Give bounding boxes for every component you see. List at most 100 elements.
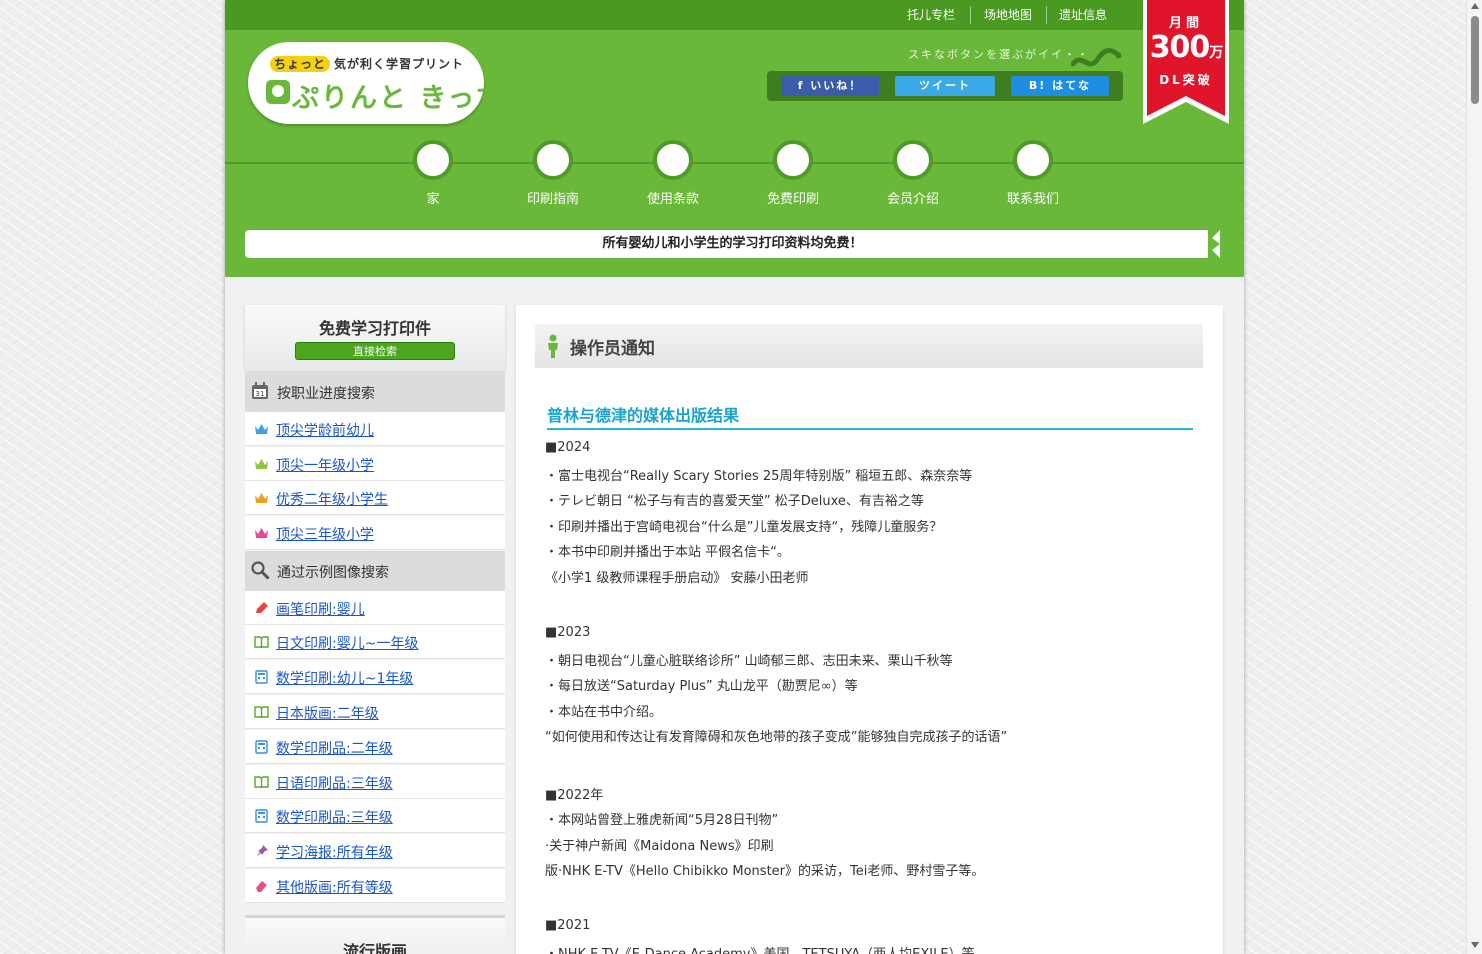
sidebar-link[interactable]: 日语印刷品:三年级 <box>276 773 393 793</box>
direct-search-button[interactable]: 直接检索 <box>295 342 455 360</box>
nav-dot <box>893 140 933 180</box>
calendar-icon: 31 <box>252 382 268 399</box>
badge-dl-label: DL突破 <box>1159 73 1213 87</box>
sidebar-header: 免费学习打印件 直接检索 <box>245 305 505 371</box>
article-title: 普林与德津的媒体出版结果 <box>547 402 1193 430</box>
article-line: ・本网站曾登上雅虎新闻“5月28日刊物” <box>545 813 779 828</box>
popular-prints-header: 流行版画 <box>245 915 505 954</box>
list-item[interactable]: 数学印刷品:二年级 <box>245 730 505 764</box>
twitter-tweet-button[interactable]: ツイート <box>895 76 995 96</box>
page-scrollbar[interactable] <box>1466 0 1482 954</box>
banner-ribbon-end <box>1208 230 1220 258</box>
section-by-grade: 31 按职业进度搜索 <box>245 372 505 412</box>
sidebar-link[interactable]: 日文印刷:婴儿~一年级 <box>276 633 418 653</box>
person-icon <box>548 334 558 358</box>
operator-notice-header: 操作员通知 <box>535 324 1203 368</box>
nav-dot <box>773 140 813 180</box>
badge-text: 月間 300万 DL突破 <box>1143 0 1229 125</box>
article-line: ·关于神户新闻《Maidona News》印刷 <box>545 839 774 854</box>
article-line: ・本站在书中介绍。 <box>545 705 663 720</box>
page-container: 托儿专栏 场地地图 遗址信息 ちょっと 気が利く学習プリント ぷりんと きっず ス… <box>225 0 1244 954</box>
site-header: 托儿专栏 场地地图 遗址信息 ちょっと 気が利く学習プリント ぷりんと きっず ス… <box>225 0 1244 277</box>
sidebar-link[interactable]: 其他版画:所有等级 <box>276 877 393 897</box>
scroll-up-arrow-icon[interactable] <box>1471 3 1479 9</box>
sidebar-link[interactable]: 顶尖学龄前幼儿 <box>276 420 374 440</box>
calculator-icon <box>255 809 268 823</box>
main-content: 操作员通知 普林与德津的媒体出版结果 ■2024 ・富士电视台“Really S… <box>516 305 1223 954</box>
sidebar-link[interactable]: 顶尖一年级小学 <box>276 455 374 475</box>
crown-icon <box>255 528 268 538</box>
section-label: 按职业进度搜索 <box>277 386 375 402</box>
toplink-childcare[interactable]: 托儿专栏 <box>907 6 955 23</box>
nav-label: 会员介绍 <box>886 192 939 207</box>
article-line: ・印刷并播出于宫崎电视台“什么是”儿童发展支持“，残障儿童服务？ <box>545 520 943 535</box>
article-line: 《小学1 级教师课程手册启动》 安藤小田老师 <box>545 571 809 586</box>
scroll-down-arrow-icon[interactable] <box>1471 942 1479 948</box>
logo-small-text: 気が利く学習プリント <box>334 57 465 71</box>
year-heading: ■2023 <box>545 625 591 640</box>
list-item[interactable]: 数学印刷:幼儿~1年级 <box>245 660 505 694</box>
book-icon <box>254 636 269 649</box>
section-by-image: 通过示例图像搜索 <box>245 551 505 591</box>
list-item[interactable]: 画笔印刷:婴儿 <box>245 591 505 625</box>
list-item[interactable]: 顶尖一年级小学 <box>245 447 505 481</box>
top-separator <box>970 6 971 24</box>
list-item[interactable]: 数学印刷品:三年级 <box>245 799 505 833</box>
sidebar-link[interactable]: 画笔印刷:婴儿 <box>276 599 365 619</box>
notice-banner: 所有婴幼儿和小学生的学习打印资料均免费！ <box>245 230 1220 258</box>
top-bar: 托儿专栏 场地地图 遗址信息 <box>225 0 1244 30</box>
scroll-thumb[interactable] <box>1471 16 1479 104</box>
toplink-sitemap[interactable]: 场地地图 <box>984 6 1032 23</box>
list-item[interactable]: 日语印刷品:三年级 <box>245 765 505 799</box>
list-item[interactable]: 日本版画:二年级 <box>245 695 505 729</box>
nav-dot <box>413 140 453 180</box>
nav-label: 使用条款 <box>646 192 699 207</box>
sidebar-title: 免费学习打印件 <box>318 319 431 338</box>
nav-line <box>225 162 1244 164</box>
crown-icon <box>255 459 268 469</box>
list-item[interactable]: 顶尖学龄前幼儿 <box>245 412 505 446</box>
calculator-icon <box>255 670 268 684</box>
article-line: 版·NHK E-TV《Hello Chibikko Monster》的采访，Te… <box>545 864 985 879</box>
book-icon <box>254 706 269 719</box>
site-logo[interactable]: ちょっと 気が利く学習プリント ぷりんと きっず <box>248 42 503 124</box>
svg-text:31: 31 <box>256 390 265 398</box>
nav-label: 家 <box>426 192 440 207</box>
pencil-icon <box>256 602 268 613</box>
sidebar-link[interactable]: 学习海报:所有年级 <box>276 842 393 862</box>
year-heading: ■2022年 <box>545 788 604 803</box>
list-item[interactable]: 其他版画:所有等级 <box>245 869 505 903</box>
logo-tagline: ちょっと 気が利く学習プリント <box>270 55 464 72</box>
eraser-icon <box>256 881 267 892</box>
year-heading: ■2021 <box>545 918 591 933</box>
badge-count: 300万 <box>1143 30 1229 65</box>
share-caption: スキなボタンを選ぶがイイ・・ <box>908 48 1090 61</box>
section-label: 通过示例图像搜索 <box>277 565 389 581</box>
nav-dot <box>1013 140 1053 180</box>
sidebar: 免费学习打印件 直接检索 31 按职业进度搜索 顶尖学龄前幼儿 顶尖一年级小学 … <box>245 305 505 954</box>
book-icon <box>254 776 269 789</box>
facebook-like-button[interactable]: f いいね！ <box>781 76 879 96</box>
sidebar-link[interactable]: 优秀二年级小学生 <box>276 489 388 509</box>
toplink-siteinfo[interactable]: 遗址信息 <box>1059 6 1107 23</box>
logo-title: ぷりんと きっず <box>292 83 506 114</box>
badge-count-unit: 万 <box>1209 45 1223 61</box>
list-item[interactable]: 日文印刷:婴儿~一年级 <box>245 625 505 659</box>
hatena-bookmark-button[interactable]: B! はてな <box>1011 76 1109 96</box>
sidebar-link[interactable]: 顶尖三年级小学 <box>276 524 374 544</box>
badge-count-number: 300 <box>1149 30 1211 65</box>
list-item[interactable]: 顶尖三年级小学 <box>245 516 505 550</box>
list-item[interactable]: 学习海报:所有年级 <box>245 834 505 868</box>
sidebar-link[interactable]: 数学印刷品:二年级 <box>276 738 393 758</box>
top-separator <box>1046 6 1047 24</box>
search-icon <box>251 561 269 579</box>
sidebar-link[interactable]: 数学印刷:幼儿~1年级 <box>276 668 413 688</box>
year-heading: ■2024 <box>545 440 591 455</box>
logo-tag: ちょっと <box>270 56 331 72</box>
notice-text: 所有婴幼儿和小学生的学习打印资料均免费！ <box>602 236 863 251</box>
list-item[interactable]: 优秀二年级小学生 <box>245 481 505 515</box>
sidebar-link[interactable]: 日本版画:二年级 <box>276 703 379 723</box>
nav-dot <box>653 140 693 180</box>
sidebar-link[interactable]: 数学印刷品:三年级 <box>276 807 393 827</box>
article-line: “如何使用和传达让有发育障碍和灰色地带的孩子变成”能够独自完成孩子的话语” <box>545 730 1008 745</box>
